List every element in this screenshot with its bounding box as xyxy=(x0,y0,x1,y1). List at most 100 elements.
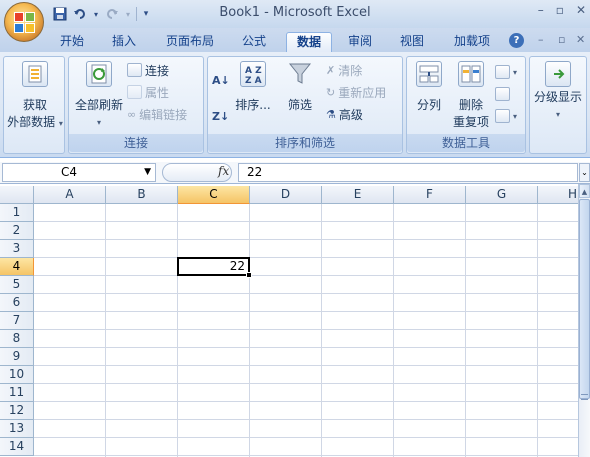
title-bar: ▾ ▾ ▾ Book1 - Microsoft Excel – ▫ ✕ xyxy=(0,0,590,28)
restore-button[interactable]: ▫ xyxy=(556,3,564,17)
edit-links-button[interactable]: ∞ 编辑链接 xyxy=(127,105,187,123)
advanced-filter-button[interactable]: ⚗ 高级 xyxy=(326,105,363,123)
row-header-13[interactable]: 13 xyxy=(0,420,34,438)
data-validation-button[interactable]: ▾ xyxy=(495,63,517,81)
clear-button[interactable]: ✗ 清除 xyxy=(326,61,362,79)
sort-descending-button[interactable]: Z↓ xyxy=(212,107,229,125)
tab-view[interactable]: 视图 xyxy=(392,32,432,52)
group-data-tools: 分列 删除 重复项 ▾ ▾ 数据工具 xyxy=(406,56,526,154)
svg-text:Z A: Z A xyxy=(245,76,262,86)
office-button[interactable] xyxy=(4,2,44,42)
column-header-c[interactable]: C xyxy=(178,186,250,204)
active-cell-c4[interactable]: 22 xyxy=(177,257,250,276)
column-header-h[interactable]: H xyxy=(538,186,578,204)
outline-button[interactable]: 分级显示 ▾ xyxy=(530,61,586,123)
data-validation-icon xyxy=(495,65,510,79)
tab-formulas[interactable]: 公式 xyxy=(234,32,274,52)
column-header-d[interactable]: D xyxy=(250,186,322,204)
reapply-button[interactable]: ↻ 重新应用 xyxy=(326,83,386,101)
advanced-label: 高级 xyxy=(338,107,363,122)
ribbon-minimize-button[interactable]: – xyxy=(538,33,544,46)
vertical-scrollbar[interactable]: ▲ xyxy=(578,184,590,457)
scroll-thumb[interactable] xyxy=(579,199,590,399)
name-box-dropdown-icon[interactable]: ▼ xyxy=(144,164,151,181)
row-header-12[interactable]: 12 xyxy=(0,402,34,420)
tab-review[interactable]: 审阅 xyxy=(340,32,380,52)
text-to-columns-button[interactable]: 分列 xyxy=(409,61,449,114)
ribbon-close-button[interactable]: ✕ xyxy=(576,33,585,46)
ribbon-restore-button[interactable]: ▫ xyxy=(558,33,565,46)
name-box[interactable]: C4 ▼ xyxy=(2,163,156,182)
row-header-9[interactable]: 9 xyxy=(0,348,34,366)
remove-duplicates-label-2: 重复项 xyxy=(452,115,489,129)
gridline xyxy=(34,275,578,276)
sort-icon: A ZZ A xyxy=(240,61,266,87)
tab-home[interactable]: 开始 xyxy=(50,32,94,52)
sort-filter-group-label: 排序和筛选 xyxy=(208,134,402,152)
fill-handle[interactable] xyxy=(246,272,252,278)
row-header-1[interactable]: 1 xyxy=(0,204,34,222)
sort-button[interactable]: A ZZ A 排序... xyxy=(234,61,272,114)
column-header-f[interactable]: F xyxy=(394,186,466,204)
minimize-button[interactable]: – xyxy=(538,3,544,17)
get-external-data-label-2: 外部数据 ▾ xyxy=(7,115,63,129)
select-all-corner[interactable] xyxy=(0,186,34,204)
column-header-g[interactable]: G xyxy=(466,186,538,204)
column-header-b[interactable]: B xyxy=(106,186,178,204)
row-header-7[interactable]: 7 xyxy=(0,312,34,330)
refresh-icon xyxy=(86,61,112,87)
row-header-6[interactable]: 6 xyxy=(0,294,34,312)
outline-dropdown-icon: ▾ xyxy=(555,110,560,119)
cell-grid[interactable] xyxy=(34,204,578,457)
close-button[interactable]: ✕ xyxy=(576,3,586,17)
tab-insert[interactable]: 插入 xyxy=(104,32,144,52)
row-header-11[interactable]: 11 xyxy=(0,384,34,402)
row-header-8[interactable]: 8 xyxy=(0,330,34,348)
data-tools-group-label: 数据工具 xyxy=(407,134,525,152)
row-header-14[interactable]: 14 xyxy=(0,438,34,456)
row-header-10[interactable]: 10 xyxy=(0,366,34,384)
tab-data[interactable]: 数据 xyxy=(286,32,332,52)
gridline xyxy=(34,293,578,294)
refresh-all-label: 全部刷新 xyxy=(74,98,123,112)
consolidate-button[interactable] xyxy=(495,85,510,103)
expand-formula-bar-icon[interactable]: ⌄ xyxy=(579,163,590,182)
row-header-5[interactable]: 5 xyxy=(0,276,34,294)
refresh-dropdown-icon[interactable]: ▾ xyxy=(71,114,127,131)
worksheet[interactable]: A B C D E F G H 1 2 3 4 5 6 7 8 9 10 11 … xyxy=(0,186,578,457)
column-header-e[interactable]: E xyxy=(322,186,394,204)
advanced-filter-icon: ⚗ xyxy=(326,107,336,121)
remove-duplicates-label-1: 删除 xyxy=(458,98,483,112)
get-external-data-button[interactable]: 获取 外部数据 ▾ xyxy=(6,61,64,132)
consolidate-icon xyxy=(495,87,510,101)
scroll-up-icon[interactable]: ▲ xyxy=(579,184,590,198)
gridline xyxy=(34,329,578,330)
get-external-data-label-1: 获取 xyxy=(22,98,47,112)
svg-text:A Z: A Z xyxy=(245,66,262,76)
sort-ascending-button[interactable]: A↓ xyxy=(212,71,230,89)
filter-button[interactable]: 筛选 xyxy=(278,61,322,114)
outline-icon xyxy=(545,61,571,87)
formula-input[interactable]: 22 xyxy=(238,163,578,182)
external-data-icon xyxy=(22,61,48,87)
help-icon[interactable]: ? xyxy=(509,33,524,48)
row-header-3[interactable]: 3 xyxy=(0,240,34,258)
row-header-4[interactable]: 4 xyxy=(0,258,34,276)
insert-function-icon[interactable]: fx xyxy=(218,164,229,178)
row-header-2[interactable]: 2 xyxy=(0,222,34,240)
remove-duplicates-button[interactable]: 删除 重复项 xyxy=(451,61,491,131)
column-header-a[interactable]: A xyxy=(34,186,106,204)
tab-addins[interactable]: 加载项 xyxy=(446,32,498,52)
refresh-all-button[interactable]: 全部刷新 ▾ xyxy=(71,61,127,131)
properties-button[interactable]: 属性 xyxy=(127,83,169,101)
formula-bar: C4 ▼ fx 22 ⌄ xyxy=(0,162,590,184)
connections-button[interactable]: 连接 xyxy=(127,61,169,79)
what-if-analysis-button[interactable]: ▾ xyxy=(495,107,517,125)
gridline xyxy=(34,347,578,348)
name-box-value: C4 xyxy=(61,165,78,179)
gridline xyxy=(34,419,578,420)
group-sort-filter: A↓ Z↓ A ZZ A 排序... 筛选 ✗ 清除 ↻ 重新应用 ⚗ 高级 排… xyxy=(207,56,403,154)
properties-label: 属性 xyxy=(145,85,170,100)
tab-page-layout[interactable]: 页面布局 xyxy=(158,32,222,52)
remove-duplicates-icon xyxy=(458,61,484,87)
